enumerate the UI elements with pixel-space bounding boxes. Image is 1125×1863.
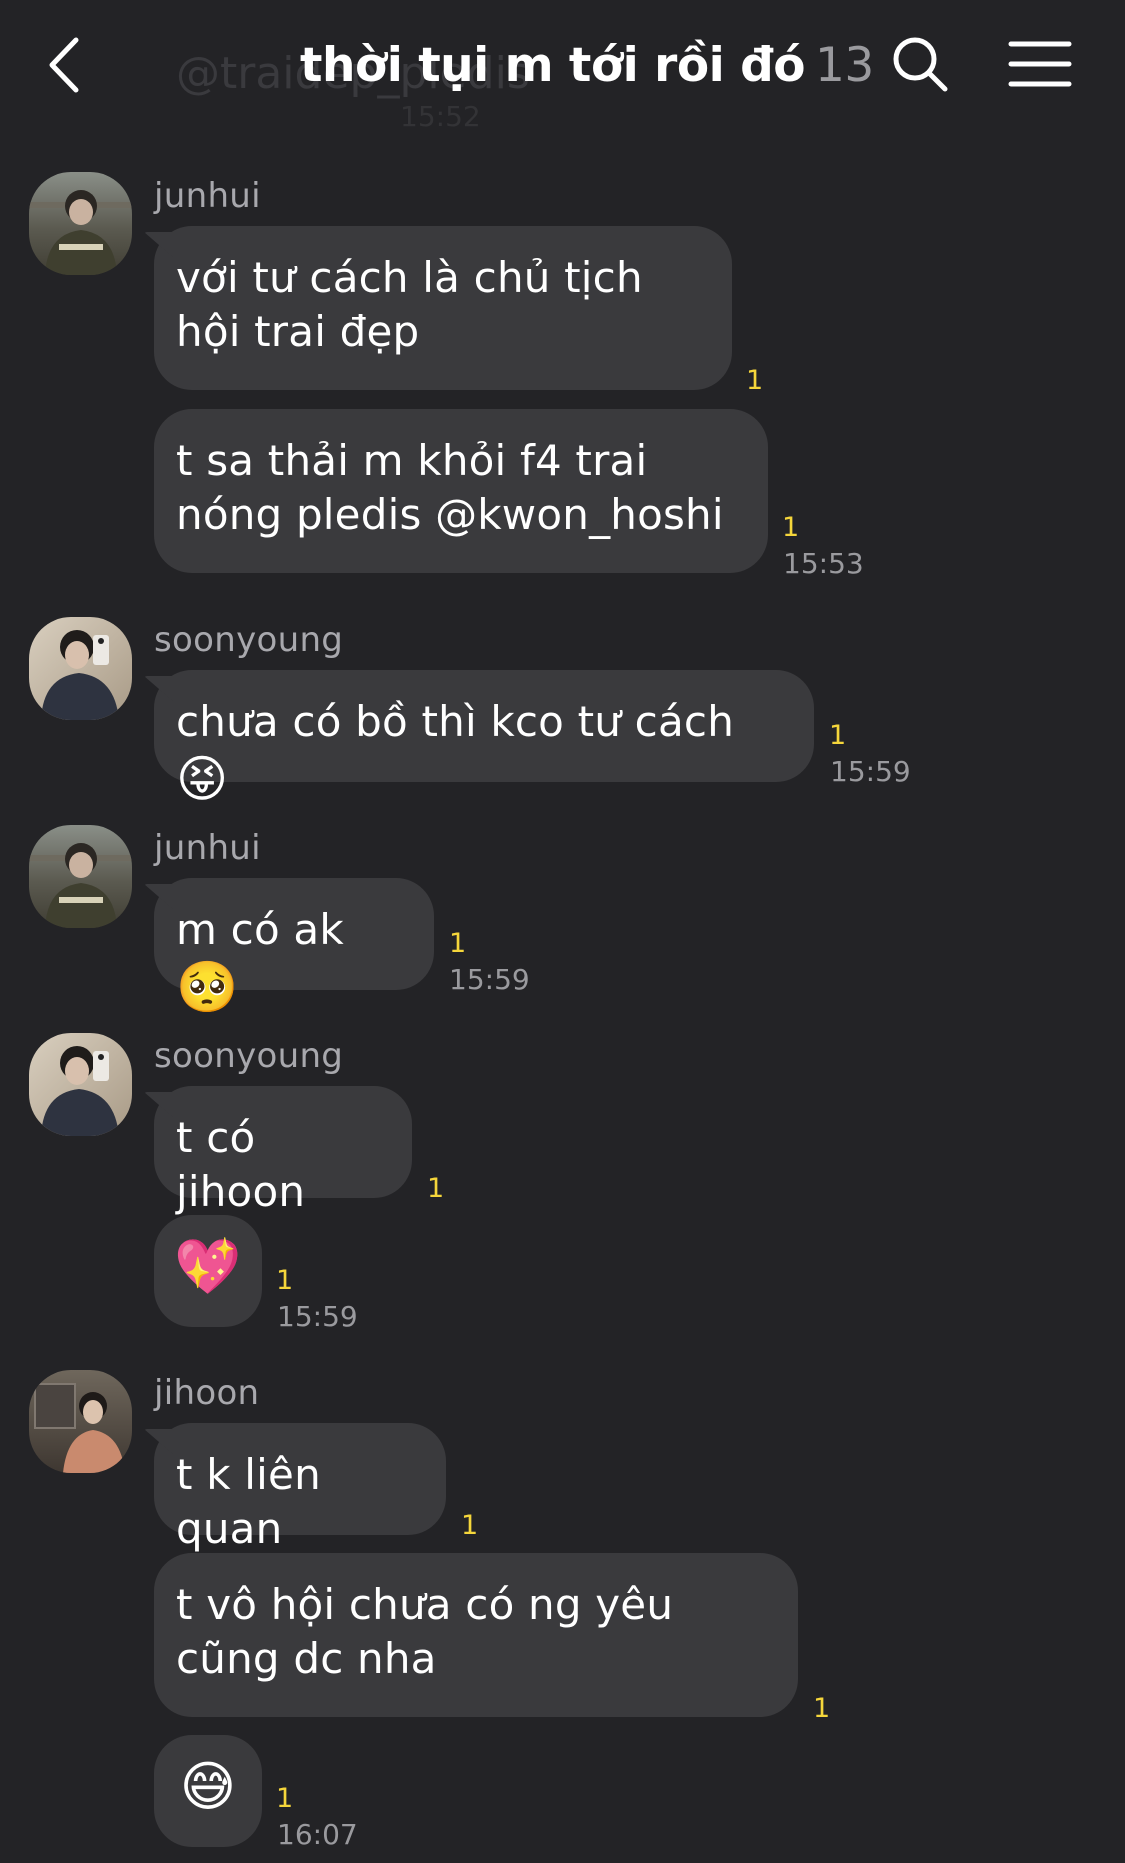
message-bubble[interactable]: t có jihoon [154, 1086, 412, 1216]
sender-name: junhui [154, 176, 261, 216]
message-text: t vô hội chưa có ng yêu cũng dc nha [176, 1580, 674, 1683]
message-bubble[interactable]: t sa thải m khỏi f4 trai nóng pledis @kw… [154, 409, 768, 573]
sparkling-heart-emoji: 💖 [174, 1235, 242, 1298]
message-time: 15:59 [449, 963, 530, 996]
avatar-soonyoung[interactable] [29, 1033, 132, 1136]
message-text: t k liên quan [176, 1450, 321, 1553]
message-bubble[interactable]: m có ak 🥺 [154, 878, 434, 1014]
message-time: 15:53 [783, 547, 864, 580]
message-text: t có jihoon [176, 1113, 306, 1216]
emoji-bubble[interactable]: 💖 [154, 1215, 262, 1327]
unread-count: 1 [276, 1783, 294, 1814]
unread-count: 1 [746, 365, 764, 396]
avatar-junhui[interactable] [29, 172, 132, 275]
chat-header: @traidep_pledis 15:52 thời tụi m tới rồi… [0, 0, 1125, 140]
search-icon [893, 37, 948, 92]
avatar-junhui[interactable] [29, 825, 132, 928]
message-text: m có ak [176, 905, 344, 954]
message-text: với tư cách là chủ tịch hội trai đẹp [176, 253, 643, 356]
grinning-sweat-emoji: 😅 [179, 1755, 237, 1818]
emoji-bubble[interactable]: 😅 [154, 1735, 262, 1847]
unread-count: 1 [829, 720, 847, 751]
avatar-soonyoung[interactable] [29, 617, 132, 720]
member-count: 13 [815, 38, 874, 93]
hamburger-menu-icon [1008, 41, 1072, 87]
message-bubble[interactable]: chưa có bồ thì kco tư cách 😝 [154, 670, 814, 806]
message-time: 16:07 [277, 1818, 358, 1851]
faded-previous-time: 15:52 [400, 100, 481, 133]
back-button[interactable] [40, 30, 92, 100]
message-time: 15:59 [277, 1300, 358, 1333]
search-button[interactable] [890, 34, 950, 94]
sender-name: soonyoung [154, 1036, 344, 1076]
message-text: chưa có bồ thì kco tư cách [176, 697, 735, 746]
message-text: t sa thải m khỏi f4 trai nóng pledis @kw… [176, 436, 724, 539]
pleading-face-emoji: 🥺 [176, 958, 239, 1016]
chat-title-text: thời tụi m tới rồi đó [300, 38, 806, 93]
sender-name: jihoon [154, 1373, 260, 1413]
sender-name: soonyoung [154, 620, 344, 660]
unread-count: 1 [461, 1510, 479, 1541]
squinting-tongue-emoji: 😝 [176, 750, 229, 808]
message-bubble[interactable]: t vô hội chưa có ng yêu cũng dc nha [154, 1553, 798, 1717]
chevron-left-icon [49, 37, 79, 93]
unread-count: 1 [427, 1173, 445, 1204]
sender-name: junhui [154, 828, 261, 868]
unread-count: 1 [276, 1265, 294, 1296]
unread-count: 1 [782, 512, 800, 543]
message-bubble[interactable]: với tư cách là chủ tịch hội trai đẹp [154, 226, 732, 390]
message-time: 15:59 [830, 755, 911, 788]
unread-count: 1 [449, 928, 467, 959]
message-bubble[interactable]: t k liên quan [154, 1423, 446, 1553]
avatar-jihoon[interactable] [29, 1370, 132, 1473]
unread-count: 1 [813, 1693, 831, 1724]
menu-button[interactable] [1008, 38, 1072, 90]
chat-title[interactable]: thời tụi m tới rồi đó 13 [300, 38, 874, 93]
